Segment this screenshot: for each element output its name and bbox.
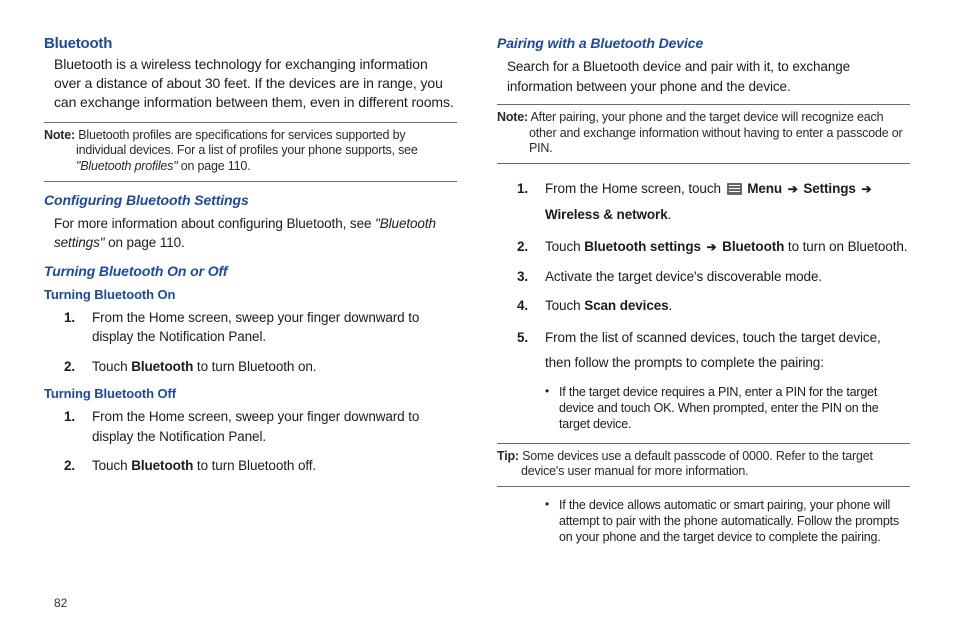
sub-bullets: If the target device requires a PIN, ent… [545,384,910,433]
heading-configuring: Configuring Bluetooth Settings [44,192,457,208]
heading-pairing: Pairing with a Bluetooth Device [497,35,910,51]
heading-turning-off: Turning Bluetooth Off [44,386,457,401]
note-text-cont: other and exchange information without h… [497,126,910,157]
note-link-italic: "Bluetooth profiles" [76,159,177,173]
tip-block: Tip: Some devices use a default passcode… [497,449,910,480]
step-text: From the list of scanned devices, touch … [545,330,881,370]
tip-text-cont: device's user manual for more informatio… [497,464,910,480]
step-text: Touch [92,458,131,473]
keyword: Bluetooth [722,239,784,254]
step-item: 2. Touch Bluetooth to turn Bluetooth off… [64,456,457,476]
keyword: Bluetooth [131,359,193,374]
divider [497,486,910,487]
note-block: Note: After pairing, your phone and the … [497,110,910,157]
arrow-icon: ➔ [707,239,717,256]
arrow-icon: ➔ [788,178,798,201]
keyword-wireless: Wireless & network [545,207,668,222]
divider [497,163,910,164]
note-text: After pairing, your phone and the target… [528,110,883,124]
note-block: Note: Bluetooth profiles are specificati… [44,128,457,175]
page-body: Bluetooth Bluetooth is a wireless techno… [0,0,954,554]
note-label: Note: [497,110,528,124]
heading-bluetooth: Bluetooth [44,35,457,52]
divider [44,181,457,182]
step-number: 1. [64,308,75,328]
step-number: 1. [517,176,528,202]
step-item: 1. From the Home screen, touch Menu ➔ Se… [517,176,910,227]
step-text: From the Home screen, sweep your finger … [92,409,419,444]
step-text: Touch [92,359,131,374]
note-text-line: individual devices. For a list of profil… [76,143,418,157]
heading-turning-on: Turning Bluetooth On [44,287,457,302]
page-number: 82 [54,596,67,610]
pairing-steps: 1. From the Home screen, touch Menu ➔ Se… [517,176,910,433]
keyword-menu: Menu [747,181,782,196]
menu-icon [727,183,742,195]
divider [497,104,910,105]
step-item: 1. From the Home screen, sweep your fing… [64,308,457,347]
bullet-item: If the target device requires a PIN, ent… [545,384,910,433]
step-number: 2. [64,357,75,377]
keyword-settings: Settings [803,181,855,196]
step-text: Touch [545,239,584,254]
keyword: Bluetooth settings [584,239,701,254]
note-text: Bluetooth profiles are specifications fo… [75,128,405,142]
tip-text: Some devices use a default passcode of 0… [519,449,873,463]
step-text: Activate the target device's discoverabl… [545,269,822,284]
divider [44,122,457,123]
step-text: Touch [545,298,584,313]
config-paragraph: For more information about configuring B… [54,214,457,253]
step-item: 3. Activate the target device's discover… [517,267,910,287]
text: to turn on Bluetooth. [784,239,907,254]
text: . [669,298,673,313]
heading-on-off: Turning Bluetooth On or Off [44,263,457,279]
sub-bullets-after: If the device allows automatic or smart … [545,497,910,546]
step-number: 1. [64,407,75,427]
step-number: 3. [517,267,528,287]
step-number: 5. [517,326,528,351]
intro-paragraph: Bluetooth is a wireless technology for e… [54,55,457,112]
step-item: 1. From the Home screen, sweep your fing… [64,407,457,446]
text: . [668,207,672,222]
step-text: to turn Bluetooth off. [193,458,316,473]
step-number: 2. [64,456,75,476]
note-text-cont: individual devices. For a list of profil… [44,143,457,174]
step-number: 4. [517,296,528,316]
bullet-item: If the device allows automatic or smart … [545,497,910,546]
tip-label: Tip: [497,449,519,463]
pairing-intro: Search for a Bluetooth device and pair w… [507,57,910,96]
step-item: 2. Touch Bluetooth settings ➔ Bluetooth … [517,237,910,257]
step-item: 4. Touch Scan devices. [517,296,910,316]
step-number: 2. [517,237,528,257]
note-tail: on page 110. [177,159,250,173]
step-item: 5. From the list of scanned devices, tou… [517,326,910,433]
keyword: Scan devices [584,298,668,313]
text: on page 110. [104,235,184,250]
right-column: Pairing with a Bluetooth Device Search f… [497,32,910,554]
note-label: Note: [44,128,75,142]
steps-on: 1. From the Home screen, sweep your fing… [64,308,457,377]
steps-off: 1. From the Home screen, sweep your fing… [64,407,457,476]
step-text: to turn Bluetooth on. [193,359,316,374]
divider [497,443,910,444]
keyword: Bluetooth [131,458,193,473]
arrow-icon: ➔ [861,178,871,201]
step-item: 2. Touch Bluetooth to turn Bluetooth on. [64,357,457,377]
step-text: From the Home screen, touch [545,181,725,196]
step-text: From the Home screen, sweep your finger … [92,310,419,345]
text: For more information about configuring B… [54,216,375,231]
left-column: Bluetooth Bluetooth is a wireless techno… [44,32,457,554]
